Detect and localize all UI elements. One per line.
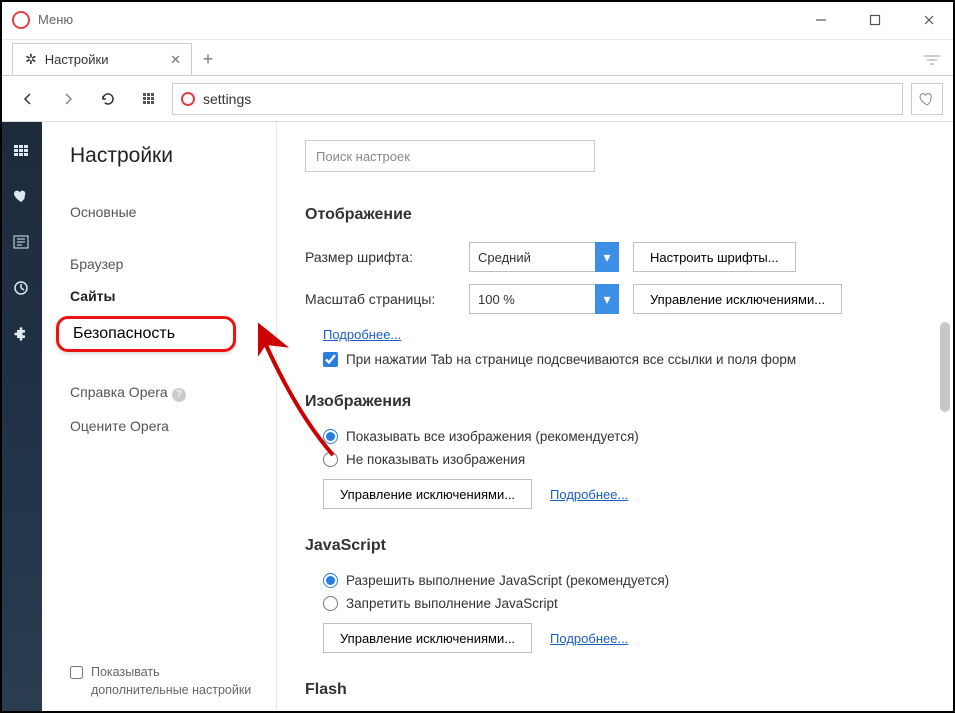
settings-main: Поиск настроек Отображение Размер шрифта… bbox=[277, 122, 955, 711]
show-advanced-checkbox[interactable] bbox=[70, 666, 83, 679]
extensions-icon[interactable] bbox=[11, 324, 31, 344]
gear-icon: ✲ bbox=[25, 51, 37, 68]
tab-highlight-checkbox[interactable] bbox=[323, 352, 338, 367]
js-more-link[interactable]: Подробнее... bbox=[550, 631, 628, 646]
address-opera-icon bbox=[181, 92, 195, 106]
chevron-down-icon: ▾ bbox=[595, 242, 619, 272]
settings-nav: Настройки Основные Браузер Сайты Безопас… bbox=[42, 122, 277, 711]
images-show-radio[interactable] bbox=[323, 429, 338, 444]
nav-basic[interactable]: Основные bbox=[70, 196, 258, 228]
images-more-link[interactable]: Подробнее... bbox=[550, 487, 628, 502]
images-hide-label: Не показывать изображения bbox=[346, 452, 525, 467]
js-block-label: Запретить выполнение JavaScript bbox=[346, 596, 558, 611]
js-allow-radio[interactable] bbox=[323, 573, 338, 588]
nav-rate[interactable]: Оцените Opera bbox=[70, 410, 258, 442]
nav-security[interactable]: Безопасность bbox=[56, 316, 236, 352]
tab-highlight-label: При нажатии Tab на странице подсвечивают… bbox=[346, 352, 796, 367]
reload-button[interactable] bbox=[92, 83, 124, 115]
font-size-select[interactable]: Средний ▾ bbox=[469, 242, 619, 272]
section-images-title: Изображения bbox=[305, 393, 927, 411]
close-button[interactable] bbox=[911, 8, 947, 32]
page-zoom-label: Масштаб страницы: bbox=[305, 291, 455, 307]
js-allow-label: Разрешить выполнение JavaScript (рекомен… bbox=[346, 573, 669, 588]
opera-logo-icon bbox=[12, 11, 30, 29]
settings-heading: Настройки bbox=[70, 144, 258, 168]
images-show-label: Показывать все изображения (рекомендуетс… bbox=[346, 429, 639, 444]
vertical-scrollbar[interactable] bbox=[940, 322, 950, 412]
maximize-button[interactable] bbox=[857, 8, 893, 32]
heart-icon[interactable] bbox=[11, 186, 31, 206]
app-menu-button[interactable]: Меню bbox=[12, 11, 73, 29]
display-more-link[interactable]: Подробнее... bbox=[323, 327, 401, 342]
minimize-button[interactable] bbox=[803, 8, 839, 32]
images-exceptions-button[interactable]: Управление исключениями... bbox=[323, 479, 532, 509]
back-button[interactable] bbox=[12, 83, 44, 115]
address-url: settings bbox=[203, 91, 251, 107]
tab-settings[interactable]: ✲ Настройки ✕ bbox=[12, 43, 192, 75]
section-flash-title: Flash bbox=[305, 681, 927, 699]
zoom-exceptions-button[interactable]: Управление исключениями... bbox=[633, 284, 842, 314]
section-js-title: JavaScript bbox=[305, 537, 927, 555]
menu-label: Меню bbox=[38, 12, 73, 27]
speed-dial-button[interactable] bbox=[132, 83, 164, 115]
tab-options-icon[interactable] bbox=[917, 45, 947, 75]
nav-browser[interactable]: Браузер bbox=[70, 248, 258, 280]
help-question-icon: ? bbox=[172, 388, 186, 402]
js-exceptions-button[interactable]: Управление исключениями... bbox=[323, 623, 532, 653]
speed-dial-icon[interactable] bbox=[11, 140, 31, 160]
tab-close-icon[interactable]: ✕ bbox=[170, 52, 181, 68]
page-zoom-select[interactable]: 100 % ▾ bbox=[469, 284, 619, 314]
nav-security-label: Безопасность bbox=[73, 325, 175, 342]
bookmark-heart-button[interactable] bbox=[911, 83, 943, 115]
history-icon[interactable] bbox=[11, 278, 31, 298]
nav-help[interactable]: Справка Opera? bbox=[70, 376, 258, 410]
show-advanced-label: Показывать дополнительные настройки bbox=[91, 664, 258, 699]
address-bar[interactable]: settings bbox=[172, 83, 903, 115]
nav-websites[interactable]: Сайты bbox=[70, 280, 258, 312]
js-block-radio[interactable] bbox=[323, 596, 338, 611]
new-tab-button[interactable]: + bbox=[192, 43, 224, 75]
images-hide-radio[interactable] bbox=[323, 452, 338, 467]
tab-title: Настройки bbox=[45, 52, 109, 67]
settings-search-input[interactable]: Поиск настроек bbox=[305, 140, 595, 172]
font-size-label: Размер шрифта: bbox=[305, 249, 455, 265]
chevron-down-icon: ▾ bbox=[595, 284, 619, 314]
forward-button[interactable] bbox=[52, 83, 84, 115]
section-display-title: Отображение bbox=[305, 206, 927, 224]
side-rail bbox=[0, 122, 42, 711]
customize-fonts-button[interactable]: Настроить шрифты... bbox=[633, 242, 796, 272]
news-icon[interactable] bbox=[11, 232, 31, 252]
